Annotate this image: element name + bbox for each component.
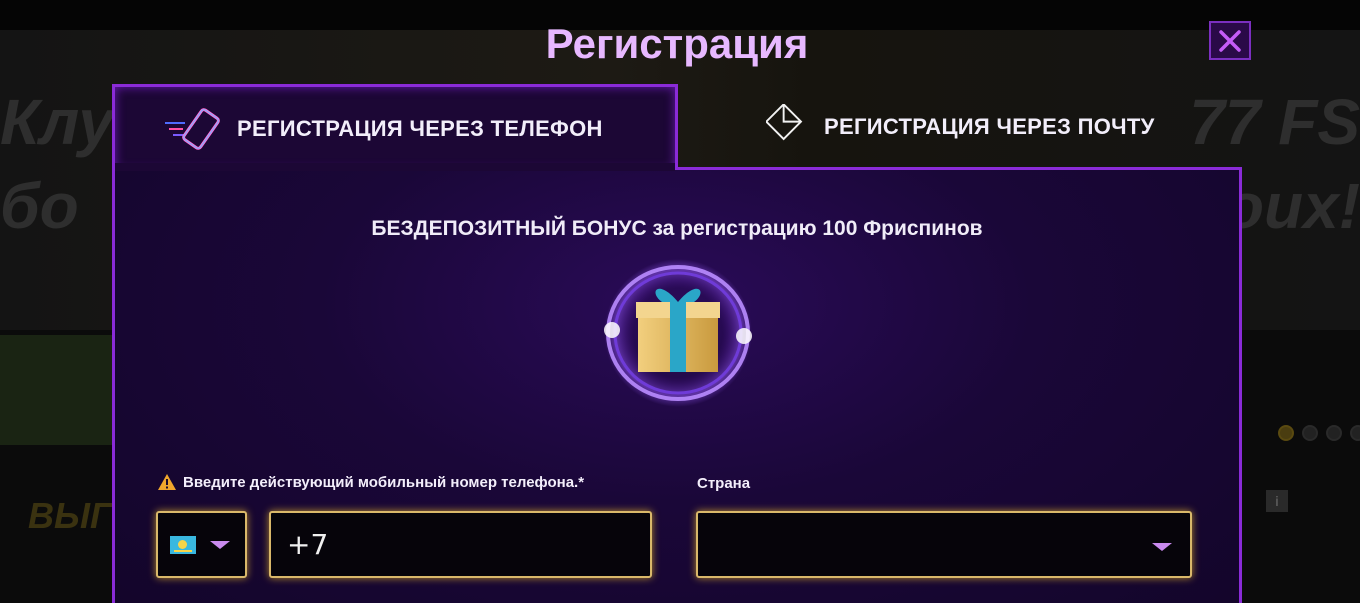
background-banner-text-left: Клу бо — [0, 86, 114, 242]
background-button-text: ВЫГ — [28, 495, 113, 536]
country-label: Страна — [697, 475, 751, 492]
tab-email-registration[interactable]: РЕГИСТРАЦИЯ ЧЕРЕЗ ПОЧТУ — [678, 84, 1240, 170]
envelope-icon — [766, 104, 803, 141]
phone-input[interactable] — [269, 511, 652, 578]
phone-country-code-select[interactable] — [156, 511, 247, 578]
info-icon: i — [1266, 490, 1288, 512]
carousel-dot — [1278, 425, 1294, 441]
tab-panel-joint — [115, 163, 675, 171]
background-carousel-dots — [1278, 425, 1360, 441]
carousel-dot — [1302, 425, 1318, 441]
carousel-dot — [1326, 425, 1342, 441]
carousel-dot — [1350, 425, 1360, 441]
phone-label: Введите действующий мобильный номер теле… — [157, 473, 584, 491]
background-green-block — [0, 335, 115, 445]
tab-phone-label: РЕГИСТРАЦИЯ ЧЕРЕЗ ТЕЛЕФОН — [237, 115, 603, 141]
phone-icon — [165, 107, 220, 150]
tab-email-label: РЕГИСТРАЦИЯ ЧЕРЕЗ ПОЧТУ — [824, 114, 1155, 139]
country-select[interactable] — [696, 511, 1192, 578]
phone-label-text: Введите действующий мобильный номер теле… — [183, 473, 585, 491]
chevron-down-icon — [1152, 543, 1172, 551]
close-button[interactable] — [1209, 21, 1251, 60]
gift-icon — [604, 259, 752, 407]
kazakhstan-flag-icon — [170, 535, 196, 554]
modal-title: Регистрация — [545, 20, 809, 67]
chevron-down-icon — [210, 540, 230, 549]
close-icon — [1219, 29, 1241, 52]
tab-phone-registration[interactable]: РЕГИСТРАЦИЯ ЧЕРЕЗ ТЕЛЕФОН — [112, 84, 678, 170]
warning-icon — [158, 474, 176, 490]
bonus-text: БЕЗДЕПОЗИТНЫЙ БОНУС за регистрацию 100 Ф… — [371, 217, 983, 240]
